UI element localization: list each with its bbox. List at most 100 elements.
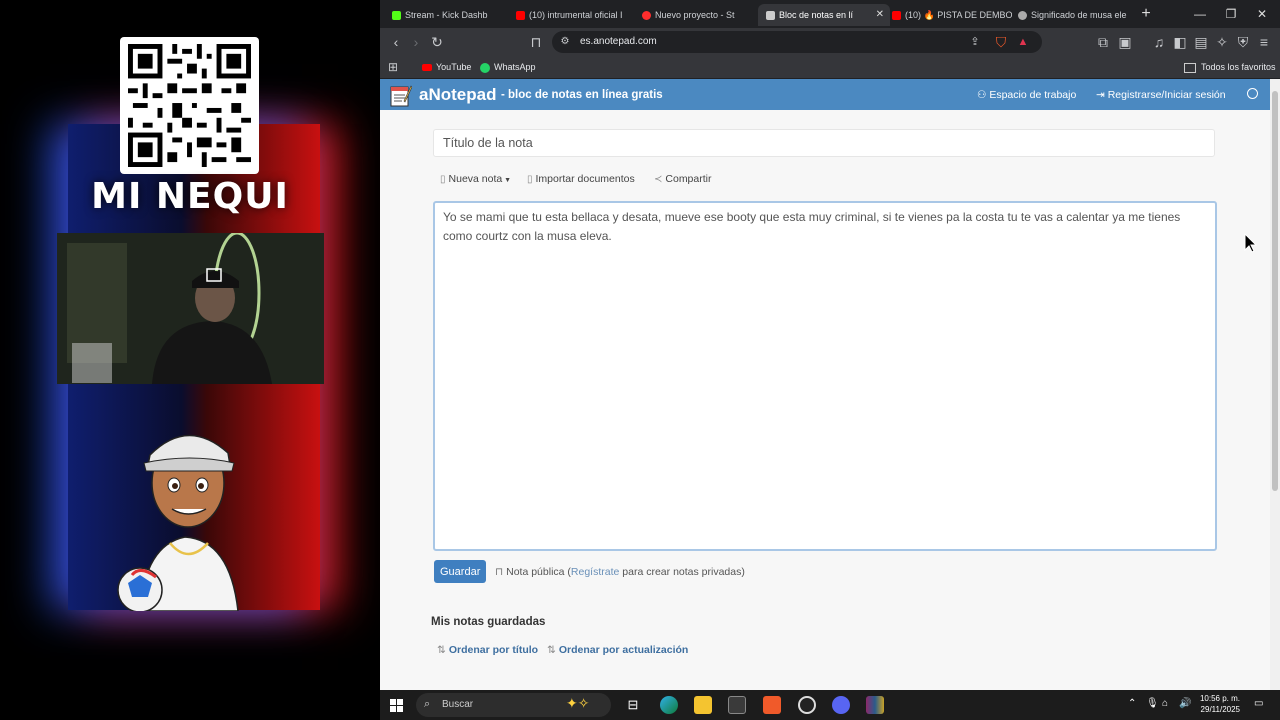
sort-icon: ⇅ <box>547 644 556 656</box>
copilot-sparkle-icon: ✦✧ <box>566 695 590 711</box>
obs-icon[interactable] <box>798 696 816 714</box>
nequi-label: MI NEQUI <box>91 176 289 217</box>
tab-kick[interactable]: Stream - Kick Dashb <box>384 4 508 26</box>
sort-title-label: Ordenar por título <box>448 644 539 656</box>
new-note-dropdown[interactable]: ▯ Nueva nota ▼ <box>440 173 511 185</box>
whatsapp-icon <box>480 62 490 73</box>
reader-icon[interactable]: ▣ <box>1116 33 1134 51</box>
system-clock[interactable]: 10:56 p. m. 29/11/2025 <box>1200 693 1240 715</box>
volume-icon[interactable]: 🔊 <box>1179 698 1191 709</box>
apps-grid-icon[interactable]: ⊞ <box>384 58 402 76</box>
site-header: aNotepad - bloc de notas en línea gratis… <box>380 79 1270 110</box>
caret-down-icon: ▼ <box>502 177 512 184</box>
bookmark-label: YouTube <box>436 62 472 72</box>
share-link[interactable]: ≺ Compartir <box>654 173 711 185</box>
favorites-label: Todos los favoritos <box>1201 62 1276 72</box>
reload-icon[interactable]: ↻ <box>428 33 446 51</box>
winrar-icon[interactable] <box>866 696 884 714</box>
task-view-icon[interactable]: ⊟ <box>624 696 642 714</box>
note-title-input[interactable] <box>433 129 1215 157</box>
back-icon[interactable]: ‹ <box>387 33 405 51</box>
webcam-feed <box>57 233 324 384</box>
wallet-icon[interactable]: ▤ <box>1192 33 1210 51</box>
tab-label: Stream - Kick Dashb <box>405 10 488 20</box>
new-tab-button[interactable]: + <box>1130 0 1162 28</box>
folder-icon <box>1184 62 1196 73</box>
forward-icon[interactable]: › <box>407 33 425 51</box>
saved-notes-heading: Mis notas guardadas <box>431 616 546 628</box>
tab-significado[interactable]: Significado de musa ele <box>1010 4 1136 26</box>
brave-rewards-icon[interactable]: ▲ <box>1014 33 1032 51</box>
bookmark-label: WhatsApp <box>494 62 536 72</box>
notepad-logo-icon[interactable] <box>390 83 412 107</box>
youtube-icon <box>892 11 901 21</box>
youtube-icon <box>422 64 432 72</box>
mouse-cursor-icon <box>1244 233 1258 253</box>
search-placeholder: Buscar <box>442 699 474 710</box>
close-window-button[interactable]: ✕ <box>1246 0 1278 28</box>
close-tab-icon[interactable]: ✕ <box>876 4 884 26</box>
stream-overlay: MI NEQUI <box>0 0 380 720</box>
workspace-link[interactable]: ⚇ Espacio de trabajo <box>977 89 1076 101</box>
minimize-button[interactable]: — <box>1184 0 1216 28</box>
sort-by-title-link[interactable]: ⇅ Ordenar por título <box>437 644 538 656</box>
brand-name[interactable]: aNotepad <box>419 85 496 105</box>
register-link[interactable]: Regístrate <box>571 566 619 578</box>
url-text[interactable]: es.anotepad.com <box>580 31 657 53</box>
browser-toolbar: ‹ › ↻ ⊓ ⚙ es.anotepad.com ⇪ ⛉ ▲ ⧉ ▣ ♫ ◧ … <box>380 28 1280 56</box>
restore-button[interactable]: ❐ <box>1215 0 1247 28</box>
globe-icon[interactable] <box>1247 88 1258 99</box>
clock-date: 29/11/2025 <box>1200 705 1240 714</box>
sort-by-update-link[interactable]: ⇅ Ordenar por actualización <box>547 644 688 656</box>
site-info-icon[interactable]: ⚙ <box>556 33 574 51</box>
store-icon[interactable] <box>728 696 746 714</box>
notepad-icon <box>766 11 775 21</box>
login-link[interactable]: ⇥ Registrarse/Iniciar sesión <box>1096 89 1226 101</box>
unlock-icon: ⊓ <box>495 566 507 578</box>
brave-icon[interactable] <box>763 696 781 714</box>
tab-nuevo-proyecto[interactable]: Nuevo proyecto - St <box>634 4 758 26</box>
media-icon[interactable]: ♫ <box>1150 33 1168 51</box>
address-bar[interactable]: ⚙ es.anotepad.com ⇪ ⛉ ▲ <box>552 31 1042 53</box>
bookmark-youtube[interactable]: YouTube <box>422 56 471 78</box>
vpn-icon[interactable]: ⛨ <box>1234 33 1252 51</box>
scrollbar-thumb[interactable] <box>1272 91 1278 491</box>
youtube-icon <box>516 11 525 21</box>
tab-label: Nuevo proyecto - St <box>655 10 735 20</box>
bookmarks-bar: ⊞ YouTube WhatsApp Todos los favoritos <box>380 56 1280 79</box>
page-scrollbar[interactable] <box>1270 79 1280 690</box>
extensions-icon[interactable]: ⧉ <box>1094 33 1112 51</box>
kick-icon <box>392 11 401 21</box>
all-favorites[interactable]: Todos los favoritos <box>1184 56 1276 78</box>
bookmark-icon[interactable]: ⊓ <box>527 33 545 51</box>
edge-icon[interactable] <box>660 696 678 714</box>
tab-label: (10) intrumental oficial I <box>529 10 623 20</box>
sidebar-icon[interactable]: ◧ <box>1171 33 1189 51</box>
workspace-label: Espacio de trabajo <box>989 89 1077 101</box>
file-explorer-icon[interactable] <box>694 696 712 714</box>
tab-label: (10) 🔥 PISTA DE DEMBO <box>905 10 1012 20</box>
note-body-textarea[interactable]: Yo se mami que tu esta bellaca y desata,… <box>433 201 1217 551</box>
tab-youtube-instrumental[interactable]: (10) intrumental oficial I <box>508 4 634 26</box>
leo-ai-icon[interactable]: ✧ <box>1213 33 1231 51</box>
tab-anotepad[interactable]: Bloc de notas en lí ✕ <box>758 4 890 26</box>
import-documents-link[interactable]: ▯ Importar documentos <box>527 173 635 185</box>
notifications-icon[interactable]: ▭ <box>1254 698 1263 709</box>
share-icon: ≺ <box>654 174 663 185</box>
public-note-suffix: para crear notas privadas) <box>619 566 745 578</box>
network-icon[interactable]: ⌂ <box>1162 698 1168 709</box>
discord-icon[interactable] <box>832 696 850 714</box>
windows-start-icon[interactable] <box>390 699 403 712</box>
save-button[interactable]: Guardar <box>434 560 486 583</box>
share-url-icon[interactable]: ⇪ <box>966 33 984 51</box>
brave-shields-icon[interactable]: ⛉ <box>992 33 1010 51</box>
menu-icon[interactable]: ≡ <box>1255 33 1273 51</box>
taskbar-search[interactable]: ⌕ Buscar ✦✧ <box>416 693 611 717</box>
tab-youtube-pista[interactable]: (10) 🔥 PISTA DE DEMBO <box>884 4 1012 26</box>
show-hidden-icons[interactable]: ⌃ <box>1128 698 1136 709</box>
microphone-icon[interactable]: 🎙 <box>1146 698 1159 709</box>
bookmark-whatsapp[interactable]: WhatsApp <box>480 56 536 78</box>
clock-time: 10:56 p. m. <box>1199 694 1240 703</box>
users-icon: ⚇ <box>977 89 990 101</box>
openai-icon <box>1018 11 1027 21</box>
